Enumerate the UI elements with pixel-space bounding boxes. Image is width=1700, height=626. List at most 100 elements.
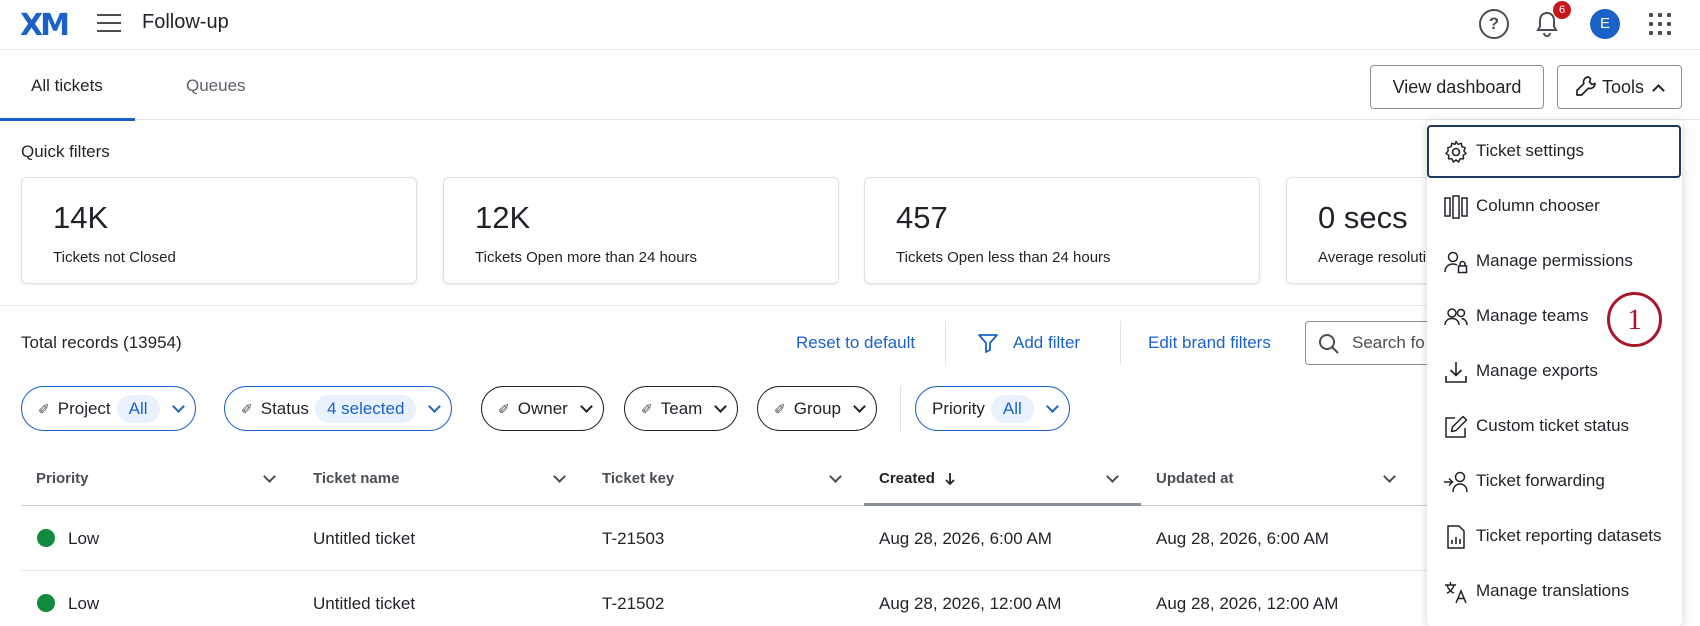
metric-card[interactable]: 457 Tickets Open less than 24 hours <box>864 177 1260 284</box>
sort-descending-icon <box>945 473 955 486</box>
pin-icon: ✐ <box>498 401 510 417</box>
edit-brand-filters-link[interactable]: Edit brand filters <box>1148 333 1271 353</box>
filter-chip-team[interactable]: ✐ Team <box>624 386 739 431</box>
divider <box>945 321 946 365</box>
metric-label: Tickets Open more than 24 hours <box>475 249 698 266</box>
menu-item-ticket-reporting-datasets[interactable]: Ticket reporting datasets <box>1427 510 1682 565</box>
cell-ticket-name[interactable]: Untitled ticket <box>313 594 415 614</box>
help-icon[interactable]: ? <box>1479 9 1509 39</box>
menu-item-label: Custom ticket status <box>1476 416 1630 435</box>
download-icon <box>1445 362 1467 383</box>
columns-icon <box>1444 195 1468 219</box>
reset-to-default-link[interactable]: Reset to default <box>796 333 915 353</box>
menu-item-manage-translations[interactable]: Manage translations <box>1427 565 1682 620</box>
tools-label: Tools <box>1601 77 1645 97</box>
metric-card[interactable]: 0 secs Average resoluti <box>1286 177 1446 284</box>
column-header-ticket-name[interactable]: Ticket name <box>313 470 399 487</box>
metric-card[interactable]: 14K Tickets not Closed <box>21 177 417 284</box>
divider <box>900 386 901 431</box>
chip-label: Group <box>793 399 841 418</box>
row-divider <box>21 570 1431 571</box>
menu-item-label: Ticket settings <box>1476 141 1585 160</box>
filter-icon <box>978 334 998 353</box>
tools-button[interactable]: Tools <box>1557 65 1682 109</box>
pin-icon: ✐ <box>241 401 253 417</box>
chevron-down-icon <box>428 400 442 413</box>
menu-item-label: Ticket forwarding <box>1476 471 1605 490</box>
menu-item-ticket-settings[interactable]: Ticket settings <box>1427 125 1681 178</box>
divider <box>0 305 1430 306</box>
view-dashboard-button[interactable]: View dashboard <box>1370 65 1544 134</box>
chip-label: Project <box>57 399 111 418</box>
report-icon <box>1447 525 1465 549</box>
app-launcher-icon[interactable] <box>1649 13 1671 35</box>
menu-item-custom-ticket-status[interactable]: Custom ticket status <box>1427 400 1682 455</box>
column-header-created[interactable]: Created <box>879 470 935 487</box>
pin-icon: ✐ <box>641 401 653 417</box>
column-header-updated-at[interactable]: Updated at <box>1156 470 1234 487</box>
avatar[interactable]: E <box>1590 9 1620 39</box>
tab-queues[interactable]: Queues <box>186 50 246 120</box>
chevron-down-icon[interactable] <box>263 470 276 483</box>
chevron-down-icon <box>171 400 185 413</box>
chevron-up-icon <box>1652 84 1665 97</box>
filter-chip-project[interactable]: ✐ Project All <box>21 386 196 431</box>
search-input[interactable]: Search fo <box>1305 321 1435 365</box>
filter-chip-status[interactable]: ✐ Status 4 selected <box>224 386 453 431</box>
filter-chip-owner[interactable]: ✐ Owner <box>481 386 604 431</box>
cell-created: Aug 28, 2026, 6:00 AM <box>879 529 1052 548</box>
chevron-down-icon <box>1045 400 1059 413</box>
metric-card[interactable]: 12K Tickets Open more than 24 hours <box>443 177 839 284</box>
chevron-down-icon <box>853 400 866 413</box>
priority-low-dot <box>37 529 55 547</box>
search-icon <box>1319 334 1339 354</box>
users-icon <box>1444 308 1468 326</box>
xm-logo[interactable]: XM <box>20 8 70 43</box>
chevron-down-icon[interactable] <box>1106 470 1119 483</box>
cell-ticket-name[interactable]: Untitled ticket <box>313 529 415 549</box>
chevron-down-icon[interactable] <box>553 470 566 483</box>
filter-chip-group[interactable]: ✐ Group <box>757 386 877 431</box>
tab-all-tickets[interactable]: All tickets <box>0 50 135 121</box>
menu-item-manage-permissions[interactable]: Manage permissions <box>1427 235 1682 290</box>
filter-chip-priority[interactable]: Priority All <box>915 386 1070 431</box>
column-header-ticket-key[interactable]: Ticket key <box>602 470 674 487</box>
chevron-down-icon[interactable] <box>1383 470 1396 483</box>
metric-label: Average resoluti <box>1318 249 1427 266</box>
cell-ticket-key[interactable]: T-21502 <box>602 594 664 614</box>
top-bar: XM Follow-up ? 6 E <box>0 0 1700 50</box>
edit-icon <box>1445 415 1468 438</box>
metric-value: 457 <box>896 200 948 235</box>
column-header-priority[interactable]: Priority <box>36 470 89 487</box>
menu-item-ticket-forwarding[interactable]: Ticket forwarding <box>1427 455 1682 510</box>
menu-item-manage-exports[interactable]: Manage exports <box>1427 345 1682 400</box>
menu-icon[interactable] <box>97 14 121 34</box>
metric-label: Tickets not Closed <box>53 249 176 266</box>
menu-item-label: Manage teams <box>1476 306 1589 325</box>
sorted-column-indicator <box>864 503 1141 506</box>
divider <box>1120 321 1121 365</box>
chip-value: All <box>116 395 160 423</box>
menu-item-column-chooser[interactable]: Column chooser <box>1427 180 1682 235</box>
add-filter-button[interactable]: Add filter <box>1013 333 1080 353</box>
chevron-down-icon <box>714 400 728 413</box>
search-placeholder: Search fo <box>1352 333 1425 352</box>
pin-icon: ✐ <box>38 401 50 417</box>
menu-item-label: Manage translations <box>1476 581 1630 600</box>
cell-priority: Low <box>68 529 100 548</box>
table-header-divider <box>21 505 1431 506</box>
chevron-down-icon[interactable] <box>829 470 842 483</box>
tools-menu: Ticket settings Column chooser Manage pe… <box>1427 120 1682 626</box>
chip-label: Status <box>260 399 309 418</box>
metric-value: 0 secs <box>1318 200 1408 235</box>
gear-icon <box>1445 140 1467 163</box>
translate-icon <box>1445 582 1467 604</box>
cell-created: Aug 28, 2026, 12:00 AM <box>879 594 1062 613</box>
step-annotation-marker: 1 <box>1607 292 1662 347</box>
cell-ticket-key[interactable]: T-21503 <box>602 529 664 549</box>
chip-label: Priority <box>932 399 985 418</box>
quick-filters-label: Quick filters <box>21 142 110 161</box>
priority-low-dot <box>37 594 55 612</box>
menu-item-label: Ticket reporting datasets <box>1476 526 1662 545</box>
view-dashboard-label: View dashboard <box>1392 77 1522 97</box>
